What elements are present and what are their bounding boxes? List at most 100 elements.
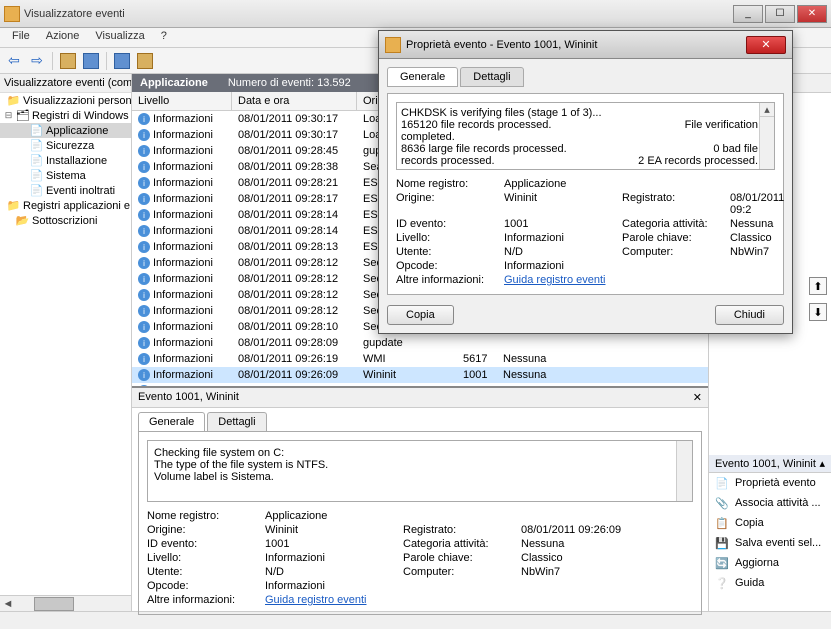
lbl: Livello: — [396, 232, 496, 244]
close-button[interactable]: ✕ — [797, 5, 827, 23]
lbl-more: Altre informazioni: — [147, 594, 257, 606]
menu-file[interactable]: File — [4, 28, 38, 47]
action-item[interactable]: 📎Associa attività ... — [709, 493, 831, 513]
lbl-categoria: Categoria attività: — [403, 538, 513, 550]
dlg-desc-scroll[interactable]: ▴ — [759, 103, 774, 169]
action-item[interactable]: 🔄Aggiorna — [709, 553, 831, 573]
val-utente: N/D — [265, 566, 395, 578]
tree-item[interactable]: 📂Sottoscrizioni — [0, 213, 131, 228]
lbl-livello: Livello: — [147, 552, 257, 564]
event-row[interactable]: iInformazioni08/01/2011 09:26:09Wininit1… — [132, 367, 708, 383]
dialog-close-button[interactable]: ✕ — [746, 36, 786, 54]
menu-help[interactable]: ? — [153, 28, 175, 47]
tree-item[interactable]: 📄Sicurezza — [0, 138, 131, 153]
dlg-description: CHKDSK is verifying files (stage 1 of 3)… — [396, 102, 775, 170]
val: Informazioni — [504, 260, 614, 272]
toolbar-button-2[interactable] — [81, 51, 101, 71]
detail-close[interactable]: ✕ — [693, 391, 702, 404]
lbl: Origine: — [396, 192, 496, 216]
dialog-icon — [385, 37, 401, 53]
titlebar: Visualizzatore eventi _ ☐ ✕ — [0, 0, 831, 28]
dlg-tab-details[interactable]: Dettagli — [460, 67, 523, 87]
dlg-properties: Nome registro: Applicazione Origine: Win… — [396, 178, 775, 286]
dlg-desc-line: 0 bad file — [713, 143, 758, 155]
tree-hscroll[interactable]: ◄ — [0, 595, 131, 611]
val-nome-registro: Applicazione — [265, 510, 395, 522]
back-button[interactable] — [4, 51, 24, 71]
val-opcode: Informazioni — [265, 580, 395, 592]
description-box: Checking file system on C: The type of t… — [147, 440, 693, 502]
maximize-button[interactable]: ☐ — [765, 5, 795, 23]
val-origine: Wininit — [265, 524, 395, 536]
lbl-opcode: Opcode: — [147, 580, 257, 592]
lbl: Categoria attività: — [622, 218, 722, 230]
lbl: Altre informazioni: — [396, 274, 496, 286]
lbl: Registrato: — [622, 192, 722, 216]
close-button[interactable]: Chiudi — [715, 305, 784, 325]
tree-item[interactable]: 📄Eventi inoltrati — [0, 183, 131, 198]
lbl: Parole chiave: — [622, 232, 722, 244]
val: 1001 — [504, 218, 614, 230]
lbl: Utente: — [396, 246, 496, 258]
val: Nessuna — [730, 218, 784, 230]
desc-scrollbar[interactable] — [676, 441, 692, 501]
nav-down-button[interactable]: ⬇ — [809, 303, 827, 321]
detail-pane: Evento 1001, Wininit ✕ Generale Dettagli… — [132, 386, 708, 621]
lbl-origine: Origine: — [147, 524, 257, 536]
val: Applicazione — [504, 178, 614, 190]
dlg-desc-line: completed. — [401, 131, 758, 143]
toolbar-button-3[interactable] — [112, 51, 132, 71]
dlg-desc-line: records processed. — [401, 155, 495, 167]
copy-button[interactable]: Copia — [387, 305, 454, 325]
dlg-desc-line: File verification — [685, 119, 758, 131]
lbl: Computer: — [622, 246, 722, 258]
val: Informazioni — [504, 232, 614, 244]
val: Classico — [730, 232, 784, 244]
dlg-desc-line: 8636 large file records processed. — [401, 143, 567, 155]
action-item[interactable]: 📄Proprietà evento — [709, 473, 831, 493]
tree-item[interactable]: 📄Sistema — [0, 168, 131, 183]
tab-general[interactable]: Generale — [138, 412, 205, 431]
val: N/D — [504, 246, 614, 258]
menu-azione[interactable]: Azione — [38, 28, 88, 47]
link-guida[interactable]: Guida registro eventi — [265, 594, 395, 606]
val-id: 1001 — [265, 538, 395, 550]
action-section-header: Evento 1001, Wininit ▴ — [709, 455, 831, 473]
dialog-title: Proprietà evento - Evento 1001, Wininit — [406, 39, 746, 51]
val: Wininit — [504, 192, 614, 216]
toolbar-button-1[interactable] — [58, 51, 78, 71]
col-level[interactable]: Livello — [132, 92, 232, 110]
tree-item[interactable]: 📁Visualizzazioni personaliz — [0, 93, 131, 108]
val-livello: Informazioni — [265, 552, 395, 564]
val: NbWin7 — [730, 246, 784, 258]
properties-grid: Nome registro: Applicazione Origine: Win… — [147, 510, 693, 606]
menu-visualizza[interactable]: Visualizza — [87, 28, 152, 47]
separator — [106, 52, 107, 70]
dlg-tab-general[interactable]: Generale — [387, 67, 458, 87]
nav-up-button[interactable]: ⬆ — [809, 277, 827, 295]
properties-dialog: Proprietà evento - Evento 1001, Wininit … — [378, 30, 793, 334]
event-row[interactable]: iInformazioni08/01/2011 09:26:19WMI5617N… — [132, 351, 708, 367]
lbl-parole: Parole chiave: — [403, 552, 513, 564]
action-item[interactable]: ❔Guida — [709, 573, 831, 593]
minimize-button[interactable]: _ — [733, 5, 763, 23]
log-name: Applicazione — [140, 77, 208, 89]
toolbar-button-4[interactable] — [135, 51, 155, 71]
tree-item[interactable]: ⊟🗂Registri di Windows — [0, 108, 131, 123]
lbl: Opcode: — [396, 260, 496, 272]
action-item[interactable]: 💾Salva eventi sel... — [709, 533, 831, 553]
tree-item[interactable]: 📁Registri applicazioni e se — [0, 198, 131, 213]
tree-item[interactable]: 📄Installazione — [0, 153, 131, 168]
collapse-icon[interactable]: ▴ — [819, 457, 825, 470]
col-date[interactable]: Data e ora — [232, 92, 357, 110]
description-text: Checking file system on C: The type of t… — [154, 447, 686, 483]
event-row[interactable]: iInformazioni08/01/2011 09:28:09gupdate — [132, 335, 708, 351]
link-guida[interactable]: Guida registro eventi — [504, 274, 614, 286]
forward-button[interactable] — [27, 51, 47, 71]
tab-details[interactable]: Dettagli — [207, 412, 266, 431]
action-section-title: Evento 1001, Wininit — [715, 458, 816, 470]
lbl-computer: Computer: — [403, 566, 513, 578]
lbl: Nome registro: — [396, 178, 496, 190]
action-item[interactable]: 📋Copia — [709, 513, 831, 533]
tree-item[interactable]: 📄Applicazione — [0, 123, 131, 138]
